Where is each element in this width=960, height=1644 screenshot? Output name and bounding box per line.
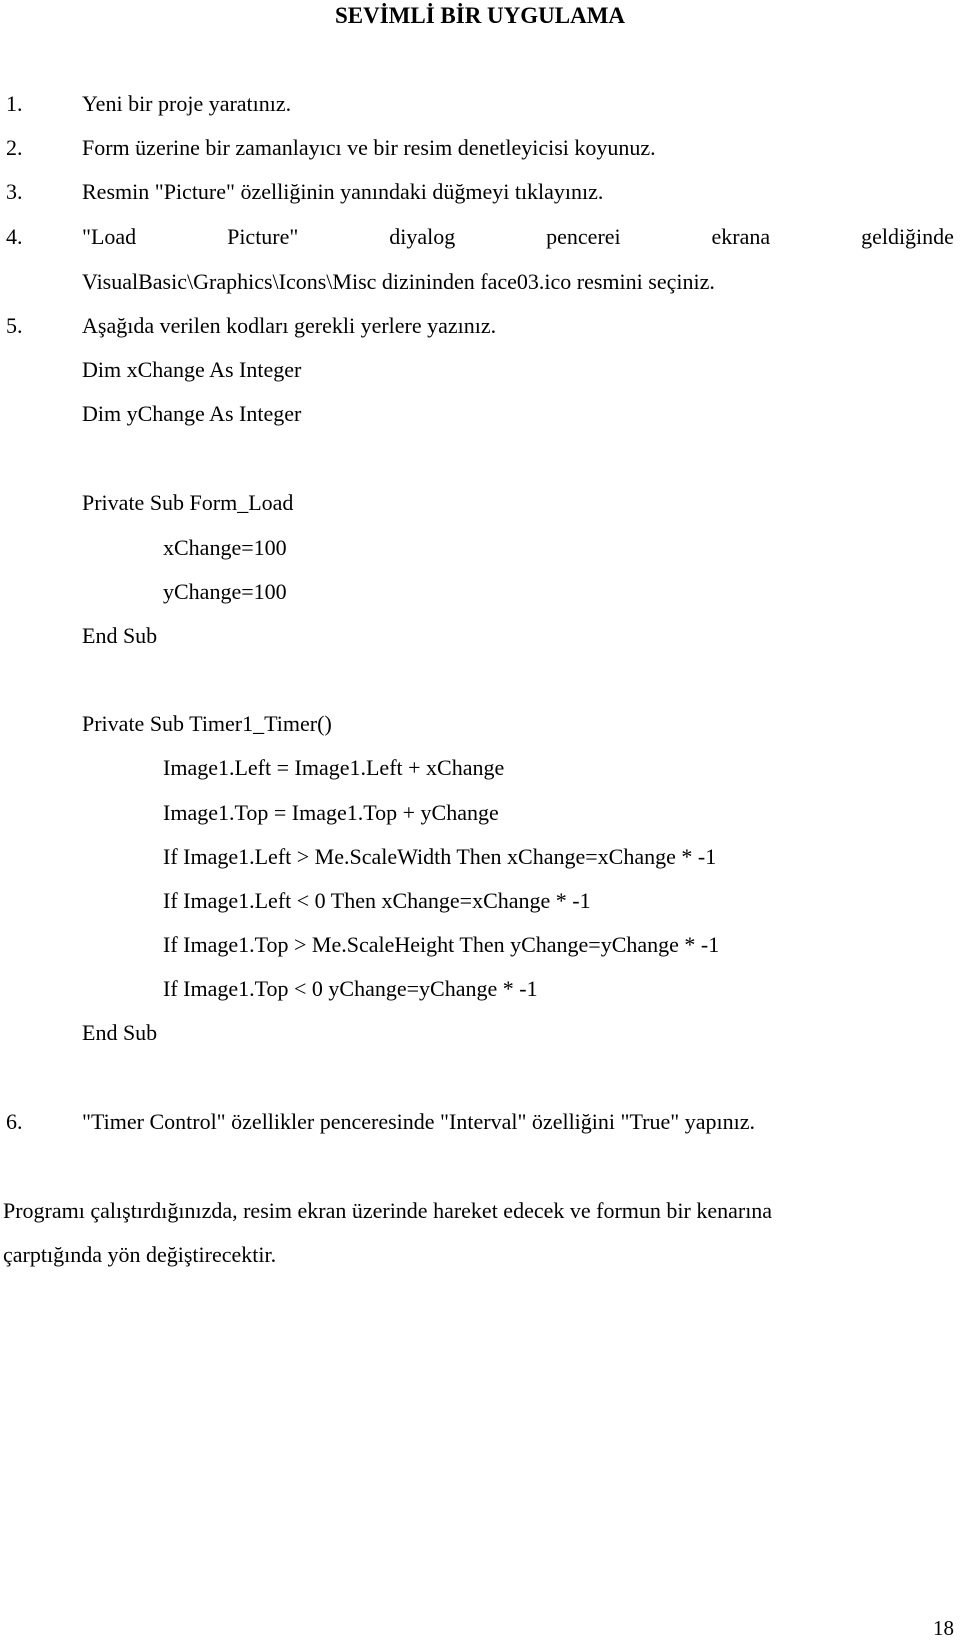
step-text: Aşağıda verilen kodları gerekli yerlere … (82, 313, 497, 338)
page-number: 18 (933, 1616, 954, 1640)
sub-footer: End Sub (82, 1020, 158, 1045)
sub-footer: End Sub (82, 623, 158, 648)
code-line: If Image1.Left > Me.ScaleWidth Then xCha… (163, 844, 717, 869)
step-text-justified-line: "Load Picture" diyalog pencerei ekrana g… (82, 226, 954, 248)
word: diyalog (389, 224, 456, 249)
sub-header: Private Sub Form_Load (82, 490, 294, 515)
word: ekrana (711, 224, 771, 249)
code-line: If Image1.Left < 0 Then xChange=xChange … (163, 888, 591, 913)
word: "Load (82, 224, 137, 249)
step-number: 2. (6, 135, 23, 160)
step-text: Yeni bir proje yaratınız. (82, 91, 292, 116)
code-line: Image1.Left = Image1.Left + xChange (163, 755, 505, 780)
step-text: Resmin "Picture" özelliğinin yanındaki d… (82, 179, 604, 204)
word: pencerei (546, 224, 621, 249)
step-number: 6. (6, 1109, 23, 1134)
paragraph-line: Programı çalıştırdığınızda, resim ekran … (3, 1198, 773, 1223)
word: geldiğinde (861, 224, 954, 249)
code-line-declaration: Dim yChange As Integer (82, 401, 302, 426)
code-line: xChange=100 (163, 535, 287, 560)
code-line: If Image1.Top > Me.ScaleHeight Then yCha… (163, 932, 720, 957)
code-line: yChange=100 (163, 579, 287, 604)
page-title: SEVİMLİ BİR UYGULAMA (334, 3, 626, 28)
step-text: "Timer Control" özellikler penceresinde … (82, 1109, 755, 1134)
step-text-continuation: VisualBasic\Graphics\Icons\Misc dizinind… (82, 269, 715, 294)
step-number: 5. (6, 313, 23, 338)
code-line: If Image1.Top < 0 yChange=yChange * -1 (163, 976, 538, 1001)
step-text: Form üzerine bir zamanlayıcı ve bir resi… (82, 135, 656, 160)
step-number: 3. (6, 179, 23, 204)
step-number: 1. (6, 91, 23, 116)
code-line: Image1.Top = Image1.Top + yChange (163, 800, 499, 825)
sub-header: Private Sub Timer1_Timer() (82, 711, 332, 736)
step-number: 4. (6, 224, 23, 249)
paragraph-line: çarptığında yön değiştirecektir. (3, 1242, 277, 1267)
code-line-declaration: Dim xChange As Integer (82, 357, 302, 382)
word: Picture" (227, 224, 299, 249)
